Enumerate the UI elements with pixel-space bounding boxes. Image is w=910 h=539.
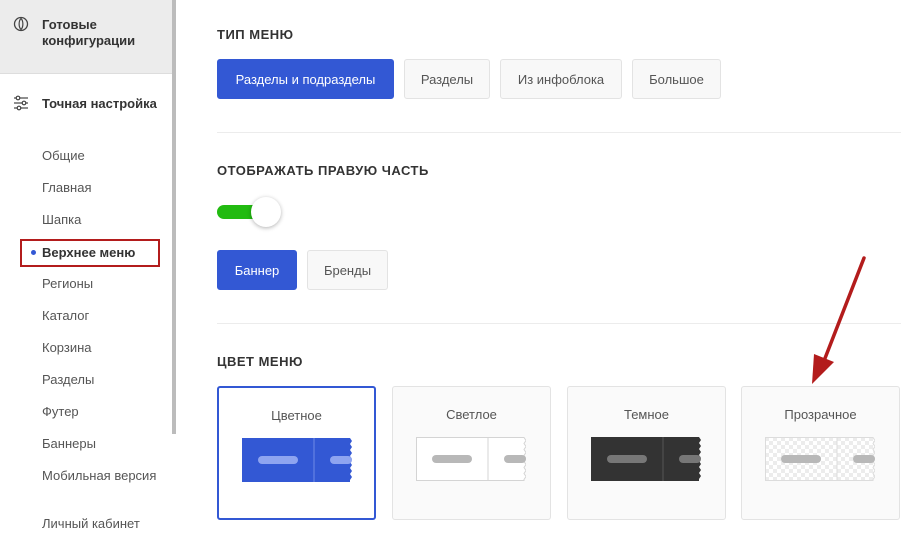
menu-color-option-light[interactable]: Светлое [392, 386, 551, 520]
menu-type-option-infoblock[interactable]: Из инфоблока [500, 59, 622, 99]
section-divider [217, 132, 901, 133]
menu-color-option-label: Прозрачное [784, 407, 857, 422]
sidebar-group-fine-tuning-label: Точная настройка [42, 96, 157, 111]
menu-preview-dark [591, 437, 701, 481]
menu-color-option-colored[interactable]: Цветное [217, 386, 376, 520]
sidebar-group-ready-configs[interactable]: Готовые конфигурации [0, 0, 172, 74]
sidebar-group-ready-configs-label: Готовые конфигурации [42, 17, 136, 48]
right-part-toggle[interactable] [217, 195, 283, 229]
menu-type-title: ТИП МЕНЮ [217, 27, 294, 42]
menu-color-option-label: Светлое [446, 407, 497, 422]
configs-icon [13, 16, 29, 32]
annotation-arrow-icon [812, 256, 866, 384]
sidebar: Готовые конфигурации Точная настройка Об… [0, 0, 176, 539]
sidebar-item-footer[interactable]: Футер [42, 404, 79, 420]
menu-preview-colored [242, 438, 352, 482]
menu-type-option-sections[interactable]: Разделы [404, 59, 490, 99]
sidebar-scrollbar[interactable] [172, 0, 176, 434]
sidebar-item-top-menu[interactable]: Верхнее меню [20, 239, 160, 267]
menu-color-option-dark[interactable]: Темное [567, 386, 726, 520]
active-dot-icon [31, 250, 36, 255]
sidebar-item-regions[interactable]: Регионы [42, 276, 93, 292]
menu-color-title: ЦВЕТ МЕНЮ [217, 354, 303, 369]
right-part-option-banner[interactable]: Баннер [217, 250, 297, 290]
sliders-icon [14, 95, 28, 111]
right-part-option-brands[interactable]: Бренды [307, 250, 388, 290]
section-divider [217, 323, 901, 324]
sidebar-item-header[interactable]: Шапка [42, 212, 81, 228]
menu-preview-light [416, 437, 526, 481]
sidebar-item-sections[interactable]: Разделы [42, 372, 94, 388]
sidebar-item-mobile[interactable]: Мобильная версия [42, 468, 162, 484]
right-part-title: ОТОБРАЖАТЬ ПРАВУЮ ЧАСТЬ [217, 163, 429, 178]
menu-type-option-big[interactable]: Большое [632, 59, 721, 99]
sidebar-item-banners[interactable]: Баннеры [42, 436, 96, 452]
sidebar-item-cart[interactable]: Корзина [42, 340, 92, 356]
sidebar-item-catalog[interactable]: Каталог [42, 308, 89, 324]
menu-color-option-transparent[interactable]: Прозрачное [741, 386, 900, 520]
menu-preview-transparent [765, 437, 875, 481]
menu-color-option-label: Темное [623, 407, 670, 422]
menu-color-option-label: Цветное [271, 408, 322, 423]
sidebar-item-account[interactable]: Личный кабинет [42, 516, 140, 532]
sidebar-item-top-menu-label: Верхнее меню [42, 245, 136, 260]
sidebar-item-general[interactable]: Общие [42, 148, 85, 164]
menu-type-option-sections-subsections[interactable]: Разделы и подразделы [217, 59, 394, 99]
sidebar-item-main[interactable]: Главная [42, 180, 91, 196]
toggle-knob [251, 197, 281, 227]
